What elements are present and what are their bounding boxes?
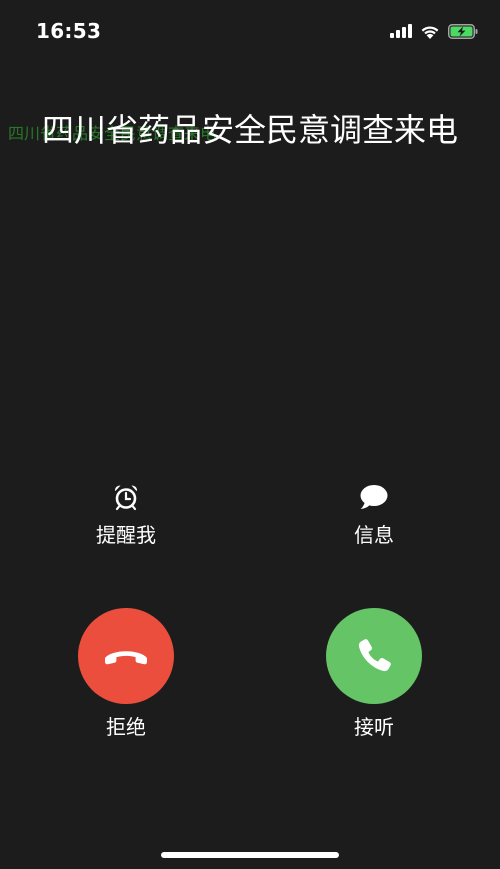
- remind-me-button[interactable]: 提醒我: [56, 482, 196, 548]
- remind-me-label: 提醒我: [96, 523, 156, 547]
- phone-icon: [358, 639, 391, 672]
- status-time: 16:53: [36, 19, 102, 43]
- phone-hangup-icon: [105, 651, 147, 665]
- status-icons: [390, 20, 478, 42]
- message-label: 信息: [354, 523, 394, 547]
- decline-button[interactable]: 拒绝: [56, 608, 196, 740]
- caller-name: 四川省药品安全民意调查来电: [41, 111, 458, 149]
- cellular-signal-icon: [390, 24, 412, 38]
- message-button[interactable]: 信息: [304, 482, 444, 548]
- wifi-icon: [421, 25, 439, 39]
- decline-circle[interactable]: [78, 608, 174, 704]
- battery-charging-icon: [448, 23, 478, 39]
- home-indicator[interactable]: [161, 852, 339, 858]
- speech-bubble-icon: [360, 485, 388, 509]
- accept-label: 接听: [354, 715, 394, 739]
- accept-button[interactable]: 接听: [304, 608, 444, 740]
- alarm-clock-icon: [114, 485, 138, 511]
- decline-label: 拒绝: [106, 715, 146, 739]
- status-bar: 16:53: [0, 0, 500, 56]
- accept-circle[interactable]: [326, 608, 422, 704]
